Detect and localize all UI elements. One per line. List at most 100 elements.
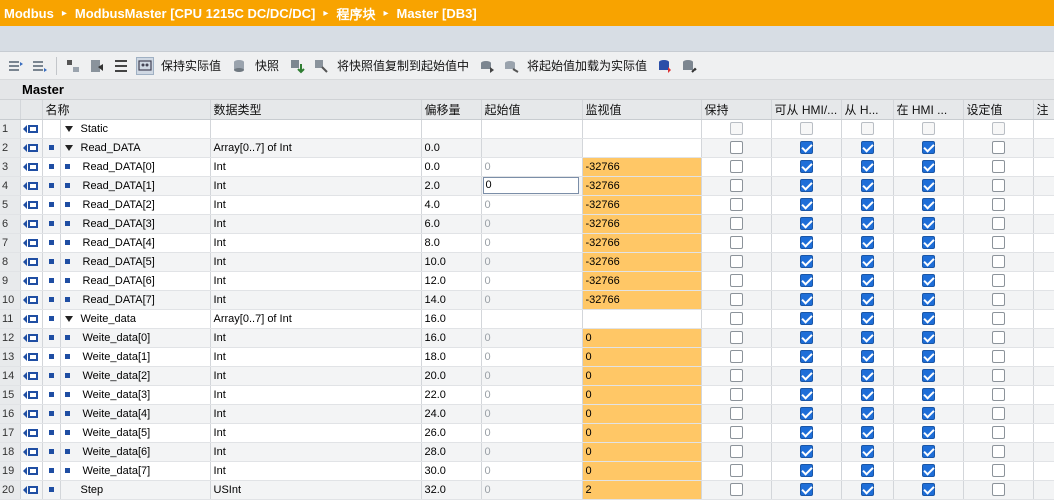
start-value-cell[interactable]: 0 xyxy=(481,328,583,348)
setpoint-checkbox[interactable] xyxy=(991,122,1005,135)
hmi-write-checkbox[interactable] xyxy=(860,312,874,325)
variable-name-cell[interactable]: Read_DATA xyxy=(60,138,211,158)
hmi-write-checkbox[interactable] xyxy=(860,160,874,173)
header-start[interactable]: 起始值 xyxy=(481,100,583,120)
hmi-write-checkbox[interactable] xyxy=(860,464,874,477)
data-type-cell[interactable]: USInt xyxy=(210,480,422,500)
hmi-write-checkbox[interactable] xyxy=(860,217,874,230)
hmi-access-checkbox[interactable] xyxy=(799,407,813,420)
data-type-cell[interactable]: Int xyxy=(210,290,422,310)
breadcrumb-item[interactable]: 程序块 xyxy=(336,4,375,23)
start-value-cell[interactable]: 0 xyxy=(481,157,583,177)
retain-checkbox[interactable] xyxy=(729,312,743,325)
data-type-cell[interactable]: Int xyxy=(210,442,422,462)
start-value-cell[interactable]: 0 xyxy=(481,385,583,405)
hmi-write-checkbox[interactable] xyxy=(860,331,874,344)
copy-snapshot-icon[interactable] xyxy=(288,57,306,75)
hmi-access-checkbox[interactable] xyxy=(799,445,813,458)
hmi-visible-checkbox[interactable] xyxy=(921,293,935,306)
hmi-write-checkbox[interactable] xyxy=(860,236,874,249)
hmi-write-checkbox[interactable] xyxy=(860,407,874,420)
hmi-visible-checkbox[interactable] xyxy=(921,445,935,458)
hmi-write-checkbox[interactable] xyxy=(860,293,874,306)
start-value-cell[interactable]: 0 xyxy=(481,290,583,310)
data-type-cell[interactable]: Int xyxy=(210,366,422,386)
hmi-access-checkbox[interactable] xyxy=(799,236,813,249)
hmi-access-checkbox[interactable] xyxy=(799,464,813,477)
data-type-cell[interactable]: Int xyxy=(210,404,422,424)
setpoint-checkbox[interactable] xyxy=(991,426,1005,439)
setpoint-checkbox[interactable] xyxy=(991,274,1005,287)
data-type-cell[interactable]: Int xyxy=(210,157,422,177)
hmi-access-checkbox[interactable] xyxy=(799,426,813,439)
start-value-cell[interactable]: 0 xyxy=(481,233,583,253)
table-row[interactable]: 10 Read_DATA[7] Int 14.0 0 -32766 xyxy=(0,290,1054,310)
start-value-cell[interactable] xyxy=(481,138,583,158)
comment-cell[interactable] xyxy=(1033,119,1054,139)
comment-cell[interactable] xyxy=(1033,366,1054,386)
start-value-cell[interactable]: 0 xyxy=(481,347,583,367)
hmi-access-checkbox[interactable] xyxy=(799,179,813,192)
retain-checkbox[interactable] xyxy=(729,179,743,192)
hmi-access-checkbox[interactable] xyxy=(799,217,813,230)
retain-checkbox[interactable] xyxy=(729,483,743,496)
hmi-visible-checkbox[interactable] xyxy=(921,198,935,211)
data-type-cell[interactable]: Int xyxy=(210,423,422,443)
setpoint-checkbox[interactable] xyxy=(991,483,1005,496)
retain-checkbox[interactable] xyxy=(729,407,743,420)
start-value-cell[interactable]: 0 xyxy=(481,442,583,462)
monitor-toggle-icon[interactable] xyxy=(136,56,154,75)
start-value-cell[interactable]: 0 xyxy=(481,423,583,443)
copy-snapshot-alt-icon[interactable] xyxy=(312,57,330,75)
setpoint-checkbox[interactable] xyxy=(991,369,1005,382)
hmi-visible-checkbox[interactable] xyxy=(921,464,935,477)
header-setpoint[interactable]: 设定值 xyxy=(963,100,1034,120)
table-row[interactable]: 19 Weite_data[7] Int 30.0 0 0 xyxy=(0,461,1054,481)
retain-checkbox[interactable] xyxy=(729,350,743,363)
setpoint-checkbox[interactable] xyxy=(991,331,1005,344)
retain-checkbox[interactable] xyxy=(729,217,743,230)
start-value-cell[interactable]: 0 xyxy=(481,480,583,500)
breadcrumb-item[interactable]: Modbus xyxy=(4,6,54,21)
hmi-visible-checkbox[interactable] xyxy=(921,426,935,439)
retain-checkbox[interactable] xyxy=(729,426,743,439)
copy-snapshot-to-start-button[interactable]: 将快照值复制到起始值中 xyxy=(337,57,469,74)
hmi-access-checkbox[interactable] xyxy=(799,369,813,382)
comment-cell[interactable] xyxy=(1033,423,1054,443)
hmi-write-checkbox[interactable] xyxy=(860,274,874,287)
setpoint-checkbox[interactable] xyxy=(991,350,1005,363)
retain-checkbox[interactable] xyxy=(729,369,743,382)
setpoint-checkbox[interactable] xyxy=(991,407,1005,420)
hmi-visible-checkbox[interactable] xyxy=(921,407,935,420)
data-type-cell[interactable]: Array[0..7] of Int xyxy=(210,309,422,329)
data-type-cell[interactable]: Int xyxy=(210,328,422,348)
comment-cell[interactable] xyxy=(1033,328,1054,348)
hmi-visible-checkbox[interactable] xyxy=(921,483,935,496)
table-row[interactable]: 3 Read_DATA[0] Int 0.0 0 -32766 xyxy=(0,157,1054,177)
expand-arrow-icon[interactable] xyxy=(64,125,73,132)
start-value-cell[interactable]: 0 xyxy=(481,252,583,272)
table-row[interactable]: 20 Step USInt 32.0 0 2 xyxy=(0,480,1054,500)
comment-cell[interactable] xyxy=(1033,290,1054,310)
snapshot-button[interactable]: 快照 xyxy=(255,57,279,74)
expand-arrow-icon[interactable] xyxy=(64,144,73,151)
comment-cell[interactable] xyxy=(1033,271,1054,291)
table-row[interactable]: 8 Read_DATA[5] Int 10.0 0 -32766 xyxy=(0,252,1054,272)
header-offset[interactable]: 偏移量 xyxy=(421,100,482,120)
comment-cell[interactable] xyxy=(1033,442,1054,462)
comment-cell[interactable] xyxy=(1033,404,1054,424)
data-type-cell[interactable]: Int xyxy=(210,461,422,481)
breadcrumb-item[interactable]: Master [DB3] xyxy=(396,6,476,21)
retain-checkbox[interactable] xyxy=(729,388,743,401)
data-type-cell[interactable]: Int xyxy=(210,195,422,215)
setpoint-checkbox[interactable] xyxy=(991,445,1005,458)
comment-cell[interactable] xyxy=(1033,176,1054,196)
start-value-input[interactable]: 0 xyxy=(482,177,579,194)
hmi-visible-checkbox[interactable] xyxy=(921,388,935,401)
hmi-access-checkbox[interactable] xyxy=(799,274,813,287)
start-value-cell[interactable]: 0 xyxy=(481,366,583,386)
add-row-icon[interactable] xyxy=(31,57,49,75)
hmi-visible-checkbox[interactable] xyxy=(921,122,935,135)
comment-cell[interactable] xyxy=(1033,138,1054,158)
hmi-visible-checkbox[interactable] xyxy=(921,179,935,192)
